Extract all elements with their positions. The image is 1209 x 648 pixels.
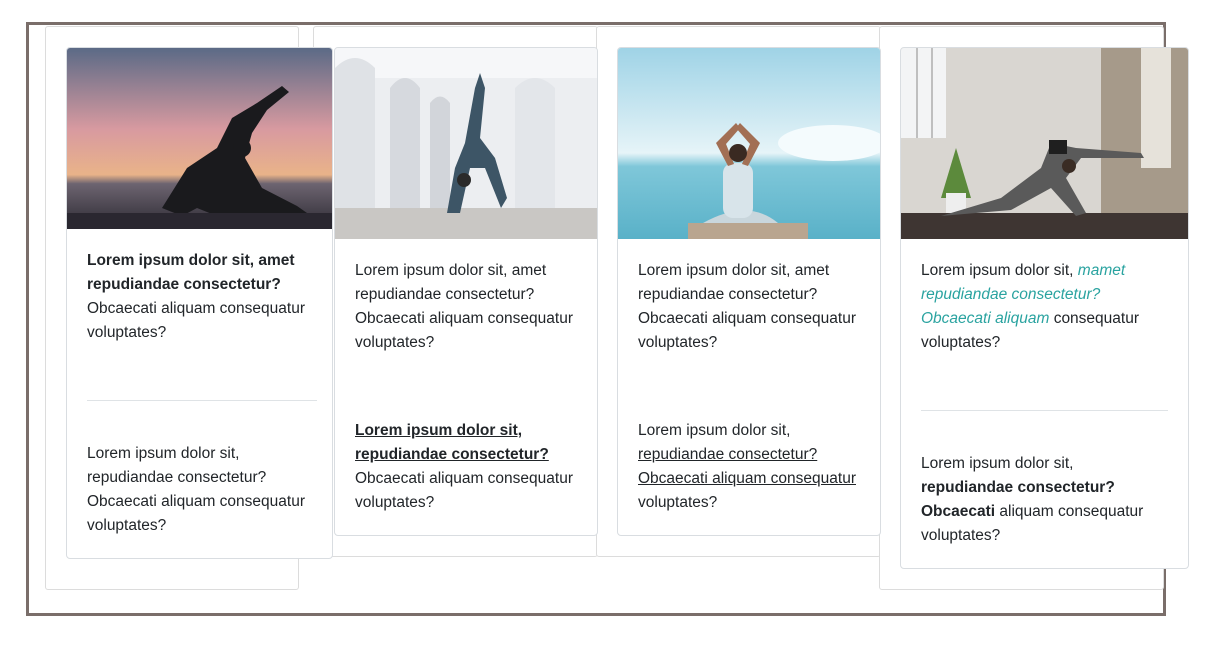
card-2-bottom-text: Lorem ipsum dolor sit, repudiandae conse… (355, 419, 590, 515)
card-4-bottom-bold3: Obcaecati (921, 503, 996, 520)
card-4-top-plain1: Lorem ipsum dolor sit, (921, 262, 1074, 279)
card-3-image (618, 48, 880, 239)
card-3-bottom-link3[interactable]: Obcaecati aliquam consequatur (638, 470, 856, 487)
card-3-top-line1: Lorem ipsum dolor sit, amet (638, 262, 830, 279)
card-4-top-line4: voluptates? (921, 334, 1001, 351)
card-2-top-line4: voluptates? (355, 334, 435, 351)
card-4-bottom-text: Lorem ipsum dolor sit, repudiandae conse… (921, 452, 1171, 548)
card-4-image (901, 48, 1188, 239)
card-3-top-line3: Obcaecati aliquam consequatur (638, 310, 856, 327)
card-2-top-text: Lorem ipsum dolor sit, amet repudiandae … (355, 259, 590, 355)
card-4-bottom-line1: Lorem ipsum dolor sit, (921, 455, 1074, 472)
card-3-bottom-link2[interactable]: repudiandae consectetur? (638, 446, 817, 463)
card-3-top-line2: repudiandae consectetur? (638, 286, 818, 303)
card-4-top-em1: mamet (1077, 262, 1126, 279)
card-2: Lorem ipsum dolor sit, amet repudiandae … (334, 47, 598, 536)
card-4-top-em3: Obcaecati aliquam (921, 310, 1050, 327)
card-4-divider (921, 410, 1168, 411)
card-1-bottom-line1: Lorem ipsum dolor sit, (87, 445, 240, 462)
card-3-bottom-line4: voluptates? (638, 494, 718, 511)
card-2-bottom-link1[interactable]: Lorem ipsum dolor sit, (355, 422, 522, 439)
card-1-bottom-line2: repudiandae consectetur? (87, 469, 267, 486)
card-4-top-em2: repudiandae consectetur? (921, 286, 1101, 303)
card-4-top-plain2: consequatur (1053, 310, 1139, 327)
card-4-top-text: Lorem ipsum dolor sit, mamet repudiandae… (921, 259, 1171, 355)
card-2-top-line2: repudiandae consectetur? (355, 286, 535, 303)
card-1-divider (87, 400, 317, 401)
card-1-bottom-line4: voluptates? (87, 517, 167, 534)
card-1-bottom-text: Lorem ipsum dolor sit, repudiandae conse… (87, 442, 322, 538)
card-3-top-text: Lorem ipsum dolor sit, amet repudiandae … (638, 259, 873, 355)
card-2-bottom-link2[interactable]: repudiandae consectetur? (355, 446, 549, 463)
card-4: Lorem ipsum dolor sit, mamet repudiandae… (900, 47, 1189, 569)
card-2-bottom-line4: voluptates? (355, 494, 435, 511)
card-4-bottom-bold2: repudiandae consectetur? (921, 479, 1115, 496)
card-2-top-line3: Obcaecati aliquam consequatur (355, 310, 573, 327)
card-2-bottom-line3: Obcaecati aliquam consequatur (355, 470, 573, 487)
card-1-image (67, 48, 332, 229)
card-1-top-text: Lorem ipsum dolor sit, amet repudiandae … (87, 249, 322, 345)
card-1-top-bold: Lorem ipsum dolor sit, amet repudiandae … (87, 252, 295, 293)
card-3-bottom-text: Lorem ipsum dolor sit, repudiandae conse… (638, 419, 873, 515)
card-4-bottom-line4: voluptates? (921, 527, 1001, 544)
card-1-bottom-line3: Obcaecati aliquam consequatur (87, 493, 305, 510)
card-1: Lorem ipsum dolor sit, amet repudiandae … (66, 47, 333, 559)
card-3-bottom-line1: Lorem ipsum dolor sit, (638, 422, 791, 439)
card-2-image (335, 48, 597, 239)
card-4-bottom-plain3: aliquam consequatur (999, 503, 1144, 520)
card-2-top-line1: Lorem ipsum dolor sit, amet (355, 262, 547, 279)
card-1-top-rest: Obcaecati aliquam consequatur voluptates… (87, 300, 305, 341)
card-3: Lorem ipsum dolor sit, amet repudiandae … (617, 47, 881, 536)
card-3-top-line4: voluptates? (638, 334, 718, 351)
